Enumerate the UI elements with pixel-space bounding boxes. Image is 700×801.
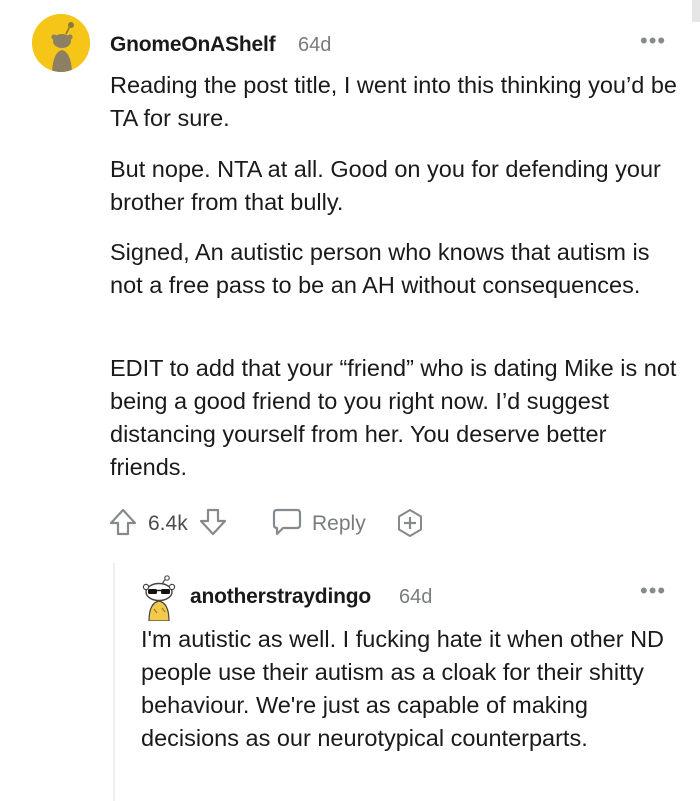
reply-username[interactable]: anotherstraydingo [190,585,371,609]
snoo-avatar-icon[interactable] [32,14,90,72]
comment-paragraph: EDIT to add that your “friend” who is da… [110,355,677,480]
downvote-arrow-icon[interactable] [198,507,228,537]
comment-paragraph: But nope. NTA at all. Good on you for de… [110,156,661,215]
more-options-icon[interactable]: ••• [640,30,666,52]
more-options-icon[interactable]: ••• [640,580,666,602]
speech-bubble-icon[interactable] [271,507,303,537]
comment-paragraph: Signed, An autistic person who knows tha… [110,239,650,298]
comment-age: 64d [298,34,332,56]
comment-username[interactable]: GnomeOnAShelf [110,33,276,57]
scrollbar-thumb[interactable] [692,0,700,22]
vote-count: 6.4k [148,512,188,535]
upvote-arrow-icon[interactable] [108,507,138,537]
reply-body: I'm autistic as well. I fucking hate it … [141,626,665,751]
comment-paragraph: Reading the post title, I went into this… [110,72,677,131]
reply-button[interactable]: Reply [312,512,366,536]
reply-age: 64d [399,586,433,608]
snoo-sunglasses-avatar-icon[interactable] [140,575,178,621]
add-award-icon[interactable] [395,508,425,538]
thread-line[interactable] [113,563,115,801]
